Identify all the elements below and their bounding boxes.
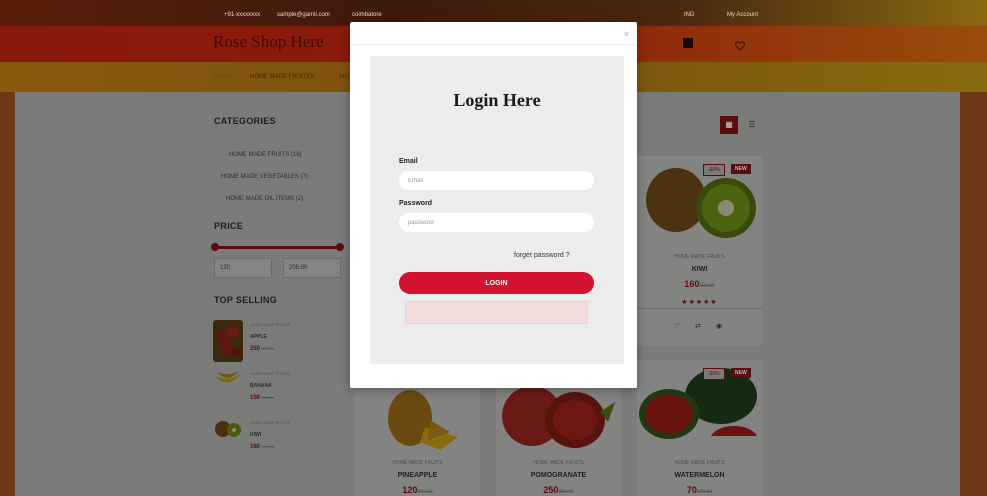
top-selling-title: TOP SELLING [214,295,277,305]
ts-category: HOME MADE FRUITS [250,420,291,425]
nav-item-truncated[interactable]: HO [340,74,349,80]
apple-thumbnail[interactable] [213,320,243,362]
quick-view-icon[interactable]: ◉ [716,322,722,330]
category-link[interactable]: HOME MADE FRUITS (16) [229,152,302,158]
heart-icon[interactable] [735,38,745,51]
kiwi-image [646,168,756,238]
discount-badge: -30% [703,368,725,380]
pomogranate-image [502,386,615,448]
ts-category: HOME MADE FRUITS [250,322,291,327]
ts-price: 150 200.00 [250,395,274,401]
watermelon-image [639,368,757,439]
nav-home[interactable]: Home [214,74,230,80]
brand-logo[interactable]: Rose Shop Here [213,32,323,52]
ts-name[interactable]: BANANA [250,383,272,389]
new-badge: NEW [731,164,751,174]
wishlist-icon[interactable]: ♡ [674,322,680,330]
list-view-icon[interactable]: ☰ [743,116,761,134]
forget-password-link[interactable]: forget password ? [514,252,570,259]
nav-home-made-fruites[interactable]: HOME MADE FRUITES [250,74,314,80]
modal-divider [350,44,637,45]
product-card[interactable]: -30% NEW HOME MADE FRUITS KIWI 160200.00… [637,156,762,346]
product-category: HOME MADE FRUITS [674,254,725,260]
login-title: Login Here [453,90,541,110]
banana-thumbnail[interactable] [213,368,243,390]
product-card[interactable]: -30% NEW HOME MADE FRUITS WATERMELON 701… [637,360,762,496]
price-slider-max-handle[interactable] [336,243,344,251]
language-selector[interactable]: IND [684,12,694,18]
categories-title: CATEGORIES [214,116,276,126]
ts-category: HOME MADE FRUITS [250,371,291,376]
ts-name[interactable]: KIWI [250,432,261,438]
price-slider-min-handle[interactable] [211,243,219,251]
password-label: Password [399,200,433,207]
rating-stars: ★★★★★ [681,299,718,306]
contact-email[interactable]: sample@gamil.com [277,12,330,18]
product-category: HOME MADE FRUITS [533,460,584,466]
product-name[interactable]: POMOGRANATE [496,472,621,479]
product-name[interactable]: PINEAPPLE [355,472,480,479]
product-price: 70100.00 [686,485,713,495]
login-panel: Login Here Email Password forget passwor… [370,56,624,364]
ts-name[interactable]: APPLE [250,334,267,340]
product-price: 120200.00 [402,485,433,495]
kiwi-thumbnail[interactable] [213,418,243,440]
email-field[interactable] [399,171,594,190]
login-button[interactable]: LOGIN [399,272,594,294]
phone-number: +91-xxxxxxxx [224,12,261,18]
pineapple-image [388,390,458,450]
price-min-input[interactable]: 120 [214,258,272,278]
product-category: HOME MADE FRUITS [674,460,725,466]
ts-price: 250 300.00 [250,346,274,352]
password-field[interactable] [399,213,594,232]
product-name[interactable]: WATERMELON [637,472,762,479]
location-text: coimbatore [352,12,382,18]
product-price: 250300.00 [543,485,574,495]
close-icon[interactable]: × [624,29,629,39]
category-link[interactable]: HOME MADE OIL ITEMS (2) [226,196,303,202]
error-message-box [405,301,588,324]
ts-price: 160 200.00 [250,444,274,450]
divider [637,308,762,309]
grid-view-icon[interactable]: ▦ [720,116,738,134]
user-icon[interactable] [683,38,693,48]
product-name[interactable]: KIWI [637,266,762,273]
price-slider-track[interactable] [214,246,342,249]
login-modal: × Login Here Email Password forget passw… [350,22,637,388]
discount-badge: -30% [703,164,725,176]
compare-icon[interactable]: ⇄ [695,322,701,330]
my-account-link[interactable]: My Account [727,12,758,18]
price-title: PRICE [214,221,244,231]
email-label: Email [399,158,418,165]
category-link[interactable]: HOME MADE VEGETABLES (7) [221,174,308,180]
product-price: 160200.00 [684,279,715,289]
new-badge: NEW [731,368,751,378]
product-category: HOME MADE FRUITS [392,460,443,466]
price-max-input[interactable]: 205.00 [283,258,341,278]
